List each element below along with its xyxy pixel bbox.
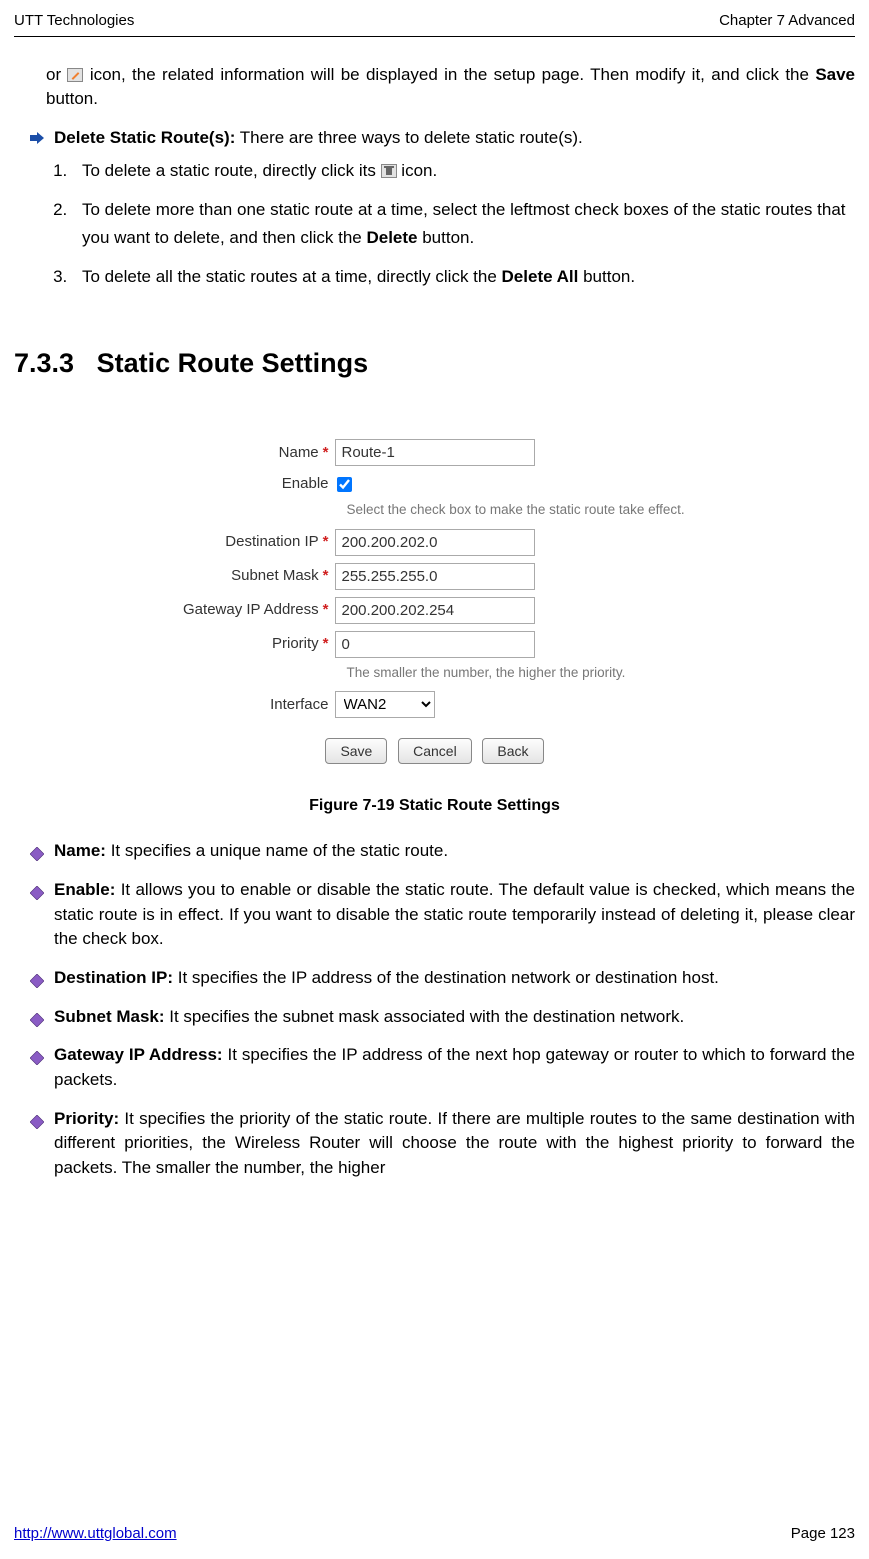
diamond-bullet-icon: [30, 1048, 44, 1062]
delete-title-bold: Delete Static Route(s):: [54, 128, 235, 147]
step2-text-b: button.: [418, 228, 475, 247]
cancel-button[interactable]: Cancel: [398, 738, 472, 764]
label-mask: Subnet Mask*: [135, 565, 335, 587]
intro-text-2: icon, the related information will be di…: [90, 65, 816, 84]
definition-text: Priority: It specifies the priority of t…: [54, 1107, 855, 1181]
step1-text-a: To delete a static route, directly click…: [82, 161, 381, 180]
interface-select[interactable]: WAN2: [335, 691, 435, 718]
page-footer: http://www.uttglobal.com Page 123: [14, 1523, 855, 1545]
definition-text: Name: It specifies a unique name of the …: [54, 839, 855, 864]
static-route-form: Name* Enable Select the check box to mak…: [125, 421, 745, 770]
definition-text: Destination IP: It specifies the IP addr…: [54, 966, 855, 991]
step3-text-a: To delete all the static routes at a tim…: [82, 267, 502, 286]
enable-hint: Select the check box to make the static …: [347, 500, 735, 520]
definition-item: Name: It specifies a unique name of the …: [30, 839, 855, 864]
label-gateway: Gateway IP Address*: [135, 599, 335, 621]
definition-item: Subnet Mask: It specifies the subnet mas…: [30, 1005, 855, 1030]
trash-icon: [381, 164, 397, 178]
section-heading: 7.3.3 Static Route Settings: [14, 344, 855, 383]
label-priority: Priority*: [135, 633, 335, 655]
arrow-bullet-icon: [30, 132, 44, 144]
figure-caption: Figure 7-19 Static Route Settings: [14, 794, 855, 817]
back-button[interactable]: Back: [482, 738, 543, 764]
definition-item: Priority: It specifies the priority of t…: [30, 1107, 855, 1181]
diamond-bullet-icon: [30, 1010, 44, 1024]
definition-item: Enable: It allows you to enable or disab…: [30, 878, 855, 952]
destination-ip-field[interactable]: [335, 529, 535, 556]
section-number: 7.3.3: [14, 348, 74, 378]
name-field[interactable]: [335, 439, 535, 466]
step2-bold: Delete: [366, 228, 417, 247]
save-button[interactable]: Save: [325, 738, 387, 764]
intro-save-bold: Save: [815, 65, 855, 84]
label-name: Name*: [135, 442, 335, 464]
delete-steps-list: To delete a static route, directly click…: [72, 157, 855, 293]
header-left: UTT Technologies: [14, 10, 134, 32]
step1-text-b: icon.: [401, 161, 437, 180]
enable-checkbox[interactable]: [337, 477, 352, 492]
section-title: Static Route Settings: [97, 348, 369, 378]
label-enable: Enable: [135, 473, 335, 495]
step3-bold: Delete All: [502, 267, 579, 286]
diamond-bullet-icon: [30, 971, 44, 985]
definition-text: Enable: It allows you to enable or disab…: [54, 878, 855, 952]
gateway-ip-field[interactable]: [335, 597, 535, 624]
subnet-mask-field[interactable]: [335, 563, 535, 590]
page-number: Page 123: [791, 1523, 855, 1545]
diamond-bullet-icon: [30, 844, 44, 858]
header-right: Chapter 7 Advanced: [719, 10, 855, 32]
label-destip: Destination IP*: [135, 531, 335, 553]
edit-icon: [67, 68, 83, 82]
list-item: To delete a static route, directly click…: [72, 157, 855, 186]
list-item: To delete all the static routes at a tim…: [72, 263, 855, 292]
priority-field[interactable]: [335, 631, 535, 658]
intro-text-3: button.: [46, 89, 98, 108]
definition-item: Destination IP: It specifies the IP addr…: [30, 966, 855, 991]
intro-text: or: [46, 65, 67, 84]
diamond-bullet-icon: [30, 1112, 44, 1126]
footer-url-link[interactable]: http://www.uttglobal.com: [14, 1523, 177, 1545]
delete-title-text: There are three ways to delete static ro…: [235, 128, 582, 147]
definition-text: Gateway IP Address: It specifies the IP …: [54, 1043, 855, 1092]
definition-text: Subnet Mask: It specifies the subnet mas…: [54, 1005, 855, 1030]
step3-text-b: button.: [578, 267, 635, 286]
label-interface: Interface: [135, 694, 335, 716]
intro-paragraph: or icon, the related information will be…: [46, 63, 855, 112]
diamond-bullet-icon: [30, 883, 44, 897]
priority-hint: The smaller the number, the higher the p…: [347, 663, 735, 683]
list-item: To delete more than one static route at …: [72, 196, 855, 254]
delete-heading: Delete Static Route(s): There are three …: [54, 126, 855, 151]
page-header: UTT Technologies Chapter 7 Advanced: [14, 10, 855, 37]
definition-item: Gateway IP Address: It specifies the IP …: [30, 1043, 855, 1092]
